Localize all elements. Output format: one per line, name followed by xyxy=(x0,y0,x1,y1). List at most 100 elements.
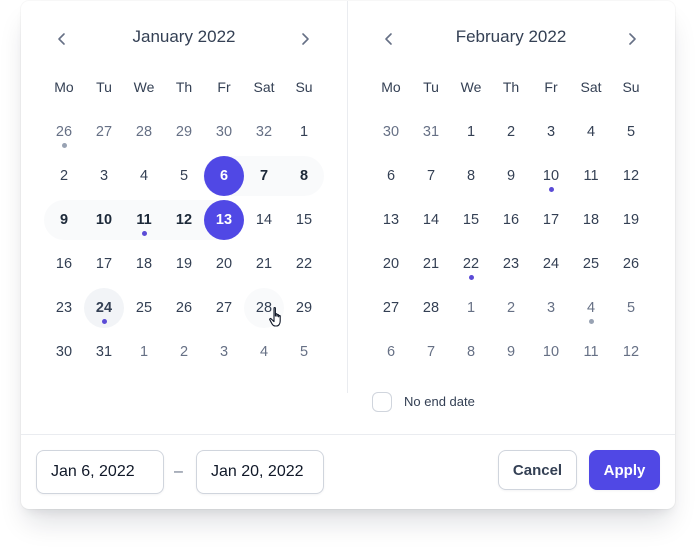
day-cell[interactable]: 21 xyxy=(411,244,451,284)
day-cell[interactable]: 5 xyxy=(611,112,651,152)
day-cell[interactable]: 14 xyxy=(411,200,451,240)
day-cell[interactable]: 17 xyxy=(84,244,124,284)
day-cell[interactable]: 28 xyxy=(411,288,451,328)
day-cell[interactable]: 5 xyxy=(284,332,324,372)
day-cell[interactable]: 1 xyxy=(451,288,491,328)
day-cell[interactable]: 4 xyxy=(571,112,611,152)
weekday-label: Th xyxy=(175,79,193,95)
day-cell[interactable]: 27 xyxy=(204,288,244,328)
day-cell[interactable]: 2 xyxy=(491,288,531,328)
day-cell[interactable]: 31 xyxy=(84,332,124,372)
day-cell[interactable]: 13 xyxy=(371,200,411,240)
day-cell[interactable]: 32 xyxy=(244,112,284,152)
day-cell[interactable]: 12 xyxy=(611,156,651,196)
day-cell[interactable]: 1 xyxy=(451,112,491,152)
cancel-button[interactable]: Cancel xyxy=(498,450,577,490)
day-cell[interactable]: 1 xyxy=(284,112,324,152)
day-cell[interactable]: 3 xyxy=(84,156,124,196)
day-cell[interactable]: 15 xyxy=(451,200,491,240)
day-number: 14 xyxy=(422,212,440,228)
day-cell[interactable]: 19 xyxy=(611,200,651,240)
day-cell[interactable]: 12 xyxy=(611,332,651,372)
day-number: 15 xyxy=(295,212,313,228)
day-cell[interactable]: 29 xyxy=(164,112,204,152)
start-date-input[interactable] xyxy=(36,450,164,494)
day-cell[interactable]: 9 xyxy=(491,156,531,196)
day-cell[interactable]: 3 xyxy=(204,332,244,372)
date-range-picker: January 2022 Mo Tu We Th Fr Sat Su 26 27 28 29 30 32… xyxy=(21,1,675,509)
day-cell[interactable]: 25 xyxy=(124,288,164,328)
day-cell[interactable]: 4 xyxy=(571,288,611,328)
day-cell[interactable]: 15 xyxy=(284,200,324,240)
day-cell[interactable]: 29 xyxy=(284,288,324,328)
day-cell[interactable]: 8 xyxy=(451,332,491,372)
no-end-date-checkbox[interactable] xyxy=(372,392,392,412)
apply-button[interactable]: Apply xyxy=(589,450,660,490)
day-cell[interactable]: 9 xyxy=(44,200,84,240)
day-cell[interactable]: 26 xyxy=(164,288,204,328)
day-cell[interactable]: 24 xyxy=(84,288,124,328)
day-cell[interactable]: 14 xyxy=(244,200,284,240)
day-cell[interactable]: 3 xyxy=(531,288,571,328)
day-cell[interactable]: 18 xyxy=(124,244,164,284)
day-cell[interactable]: 9 xyxy=(491,332,531,372)
day-cell[interactable]: 20 xyxy=(371,244,411,284)
day-cell[interactable]: 27 xyxy=(84,112,124,152)
day-cell[interactable]: 17 xyxy=(531,200,571,240)
day-cell[interactable]: 22 xyxy=(284,244,324,284)
day-cell[interactable]: 24 xyxy=(531,244,571,284)
day-cell[interactable]: 6 xyxy=(371,332,411,372)
day-cell[interactable]: 13 xyxy=(204,200,244,240)
day-cell[interactable]: 6 xyxy=(204,156,244,196)
day-cell[interactable]: 25 xyxy=(571,244,611,284)
day-cell[interactable]: 23 xyxy=(44,288,84,328)
day-cell[interactable]: 2 xyxy=(164,332,204,372)
day-cell[interactable]: 5 xyxy=(611,288,651,328)
end-date-input[interactable] xyxy=(196,450,324,494)
day-cell[interactable]: 30 xyxy=(44,332,84,372)
day-cell[interactable]: 3 xyxy=(531,112,571,152)
day-cell[interactable]: 26 xyxy=(44,112,84,152)
day-cell[interactable]: 10 xyxy=(531,332,571,372)
day-cell[interactable]: 7 xyxy=(411,156,451,196)
day-cell[interactable]: 7 xyxy=(244,156,284,196)
next-month-button[interactable] xyxy=(616,25,648,53)
chevron-right-icon xyxy=(302,33,309,45)
day-cell[interactable]: 26 xyxy=(611,244,651,284)
day-cell[interactable]: 11 xyxy=(571,332,611,372)
day-cell[interactable]: 1 xyxy=(124,332,164,372)
day-cell[interactable]: 20 xyxy=(204,244,244,284)
day-cell[interactable]: 5 xyxy=(164,156,204,196)
day-cell[interactable]: 6 xyxy=(371,156,411,196)
day-cell[interactable]: 10 xyxy=(84,200,124,240)
day-cell[interactable]: 21 xyxy=(244,244,284,284)
day-number: 17 xyxy=(95,256,113,272)
day-cell[interactable]: 12 xyxy=(164,200,204,240)
day-cell[interactable]: 19 xyxy=(164,244,204,284)
day-cell[interactable]: 16 xyxy=(44,244,84,284)
day-cell[interactable]: 28 xyxy=(124,112,164,152)
day-cell[interactable]: 8 xyxy=(451,156,491,196)
day-cell[interactable]: 23 xyxy=(491,244,531,284)
day-cell[interactable]: 10 xyxy=(531,156,571,196)
day-cell[interactable]: 31 xyxy=(411,112,451,152)
weekday-label: Tu xyxy=(96,79,112,95)
month-february: February 2022 Mo Tu We Th Fr Sat Su 30 31 1 2 3 4 5 6 7… xyxy=(348,1,675,435)
day-cell[interactable]: 7 xyxy=(411,332,451,372)
day-number: 4 xyxy=(139,168,149,184)
day-cell[interactable]: 4 xyxy=(124,156,164,196)
day-cell[interactable]: 11 xyxy=(124,200,164,240)
day-cell[interactable]: 30 xyxy=(371,112,411,152)
day-cell[interactable]: 2 xyxy=(491,112,531,152)
day-cell[interactable]: 27 xyxy=(371,288,411,328)
day-cell[interactable]: 18 xyxy=(571,200,611,240)
day-cell[interactable]: 11 xyxy=(571,156,611,196)
day-cell[interactable]: 8 xyxy=(284,156,324,196)
day-cell[interactable]: 16 xyxy=(491,200,531,240)
day-number: 11 xyxy=(136,212,152,228)
day-cell[interactable]: 2 xyxy=(44,156,84,196)
day-cell[interactable]: 22 xyxy=(451,244,491,284)
day-cell[interactable]: 30 xyxy=(204,112,244,152)
day-cell[interactable]: 4 xyxy=(244,332,284,372)
next-month-button[interactable] xyxy=(289,25,321,53)
